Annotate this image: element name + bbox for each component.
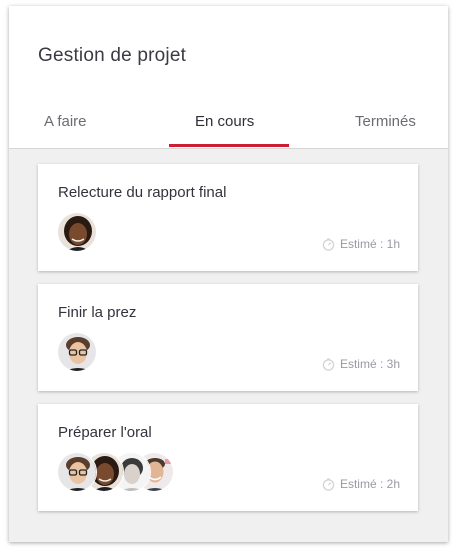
avatar[interactable] bbox=[57, 332, 97, 372]
tab-termines[interactable]: Terminés bbox=[355, 113, 416, 130]
tab-a-faire[interactable]: A faire bbox=[44, 113, 87, 130]
task-card[interactable]: Finir la prez Estimé : 3h bbox=[38, 284, 418, 391]
task-card[interactable]: Relecture du rapport final Estimé : 1h bbox=[38, 164, 418, 271]
active-tab-indicator bbox=[169, 144, 289, 147]
task-card[interactable]: Préparer l'oral Estimé: 2h bbox=[38, 404, 418, 511]
task-title: Préparer l'oral bbox=[58, 424, 152, 441]
estimate-label: Estimé : 3h bbox=[339, 357, 400, 371]
tab-en-cours[interactable]: En cours bbox=[195, 113, 254, 130]
page-title: Gestion de projet bbox=[38, 45, 187, 66]
estimate-label: Estimé : 2h bbox=[339, 477, 400, 491]
task-title: Finir la prez bbox=[58, 304, 137, 321]
timer-icon bbox=[322, 237, 335, 251]
project-panel: Gestion de projet A faire En cours Termi… bbox=[9, 6, 448, 542]
time-estimate: Estimé : 3h bbox=[322, 357, 400, 371]
panel-header: Gestion de projet A faire En cours Termi… bbox=[9, 6, 448, 149]
time-estimate: Estimé : 2h bbox=[322, 477, 400, 491]
avatar[interactable] bbox=[57, 212, 97, 252]
timer-icon bbox=[322, 357, 335, 371]
time-estimate: Estimé : 1h bbox=[322, 237, 400, 251]
task-title: Relecture du rapport final bbox=[58, 184, 227, 201]
timer-icon bbox=[322, 477, 335, 491]
estimate-label: Estimé : 1h bbox=[339, 237, 400, 251]
avatar[interactable] bbox=[57, 452, 97, 492]
